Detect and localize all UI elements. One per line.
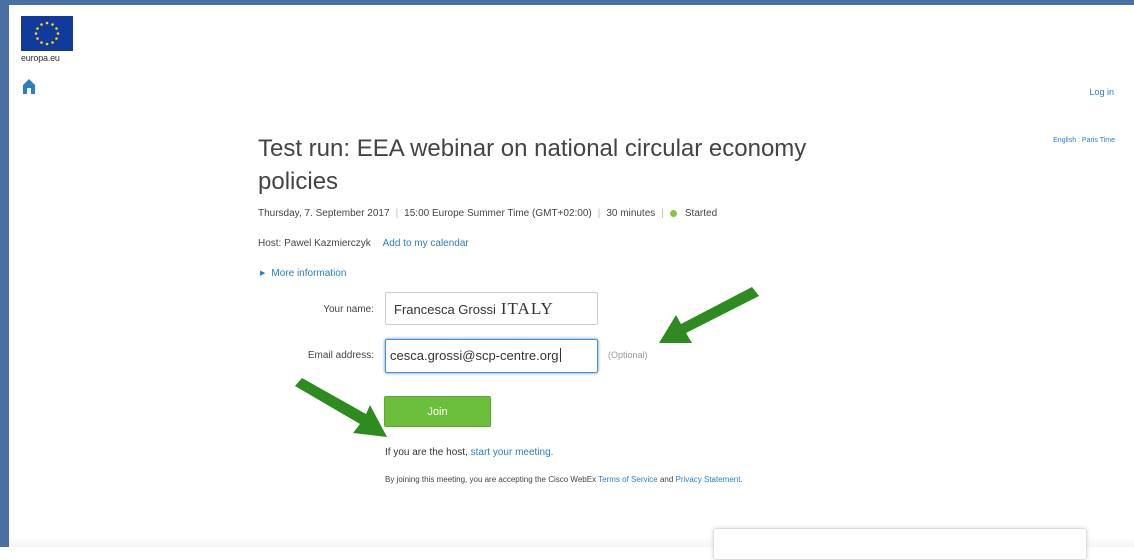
separator: | (395, 208, 399, 219)
terms-notice: By joining this meeting, you are accepti… (385, 475, 743, 484)
terms-of-service-link[interactable]: Terms of Service (598, 475, 658, 484)
email-value: cesca.grossi@scp-centre.org (390, 348, 559, 363)
more-information-toggle[interactable]: ▶ More information (260, 268, 346, 279)
home-icon[interactable] (22, 78, 36, 95)
host-line: Host: Pawel Kazmierczyk Add to my calend… (258, 238, 469, 249)
name-input[interactable]: Francesca Grossi ITALY (385, 292, 598, 325)
meeting-date: Thursday, 7. September 2017 (258, 208, 390, 219)
expand-triangle-icon: ▶ (260, 270, 266, 277)
terms-suffix: . (740, 475, 743, 484)
terms-and: and (657, 475, 676, 484)
language-timezone-link[interactable]: English : Paris Time (1053, 137, 1115, 144)
privacy-statement-link[interactable]: Privacy Statement (676, 475, 741, 484)
text-cursor (559, 348, 561, 362)
start-meeting-link[interactable]: start your meeting. (471, 447, 554, 458)
name-label: Your name: (323, 304, 374, 315)
host-name: Host: Pawel Kazmierczyk (258, 238, 371, 249)
host-start-prefix: If you are the host, (385, 447, 471, 458)
add-to-calendar-link[interactable]: Add to my calendar (383, 238, 469, 249)
email-input[interactable]: cesca.grossi@scp-centre.org (385, 339, 598, 373)
host-start-text: If you are the host, start your meeting. (385, 447, 553, 458)
name-annotation: ITALY (500, 299, 554, 318)
europa-eu-label: europa.eu (21, 53, 60, 63)
window-top-border (0, 0, 1134, 5)
separator: | (597, 208, 601, 219)
meeting-title: Test run: EEA webinar on national circul… (258, 135, 807, 195)
eu-flag-logo[interactable] (21, 16, 73, 51)
login-link[interactable]: Log in (1089, 87, 1114, 97)
more-information-label: More information (271, 268, 347, 279)
meeting-duration: 30 minutes (606, 208, 656, 219)
email-label: Email address: (307, 350, 374, 361)
status-dot-icon (669, 210, 677, 217)
meeting-meta: Thursday, 7. September 2017 | 15:00 Euro… (258, 208, 717, 219)
terms-prefix: By joining this meeting, you are accepti… (385, 475, 599, 484)
meeting-time: 15:00 Europe Summer Time (GMT+02:00) (404, 208, 592, 219)
meeting-status: Started (684, 208, 718, 219)
green-arrow-icon (295, 287, 759, 437)
eu-stars-icon (34, 21, 60, 46)
separator: | (661, 208, 664, 219)
join-button[interactable]: Join (384, 396, 491, 427)
name-value: Francesca Grossi (394, 302, 496, 317)
window-left-border (0, 0, 9, 547)
bottom-popup-panel (713, 528, 1087, 560)
email-optional-hint: (Optional) (608, 350, 648, 360)
